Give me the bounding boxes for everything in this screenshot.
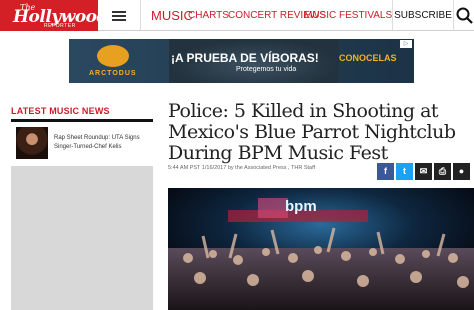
nav-music[interactable]: MUSIC bbox=[151, 8, 193, 23]
ad-choices-icon[interactable]: ▷ bbox=[400, 40, 412, 48]
sidebar-news-item[interactable]: Rap Sheet Roundup: UTA Signs Singer-Turn… bbox=[11, 124, 153, 164]
sidebar-title: LATEST MUSIC NEWS bbox=[11, 106, 110, 116]
sidebar-ad-placeholder bbox=[11, 166, 153, 310]
sidebar-divider bbox=[11, 119, 153, 122]
ad-logo-icon bbox=[97, 45, 129, 67]
ad-banner[interactable]: ARCTODUS ¡A PRUEBA DE VÍBORAS! Protegemo… bbox=[69, 39, 414, 83]
ad-cta: CONOCELAS bbox=[339, 53, 397, 63]
twitter-icon[interactable]: t bbox=[396, 163, 413, 180]
mail-icon[interactable]: ✉ bbox=[415, 163, 432, 180]
logo-reporter: REPORTER bbox=[44, 23, 76, 29]
top-navigation: The Hollywood REPORTER MUSIC CHARTS CONC… bbox=[0, 0, 474, 31]
ad-subline: Protegemos tu vida bbox=[236, 66, 297, 73]
article-byline: 5:44 AM PST 1/16/2017 by the Associated … bbox=[168, 165, 316, 171]
menu-icon[interactable] bbox=[99, 0, 141, 31]
concert-crowd-image: bpm bbox=[168, 188, 474, 310]
article-headline: Police: 5 Killed in Shooting at Mexico's… bbox=[168, 100, 456, 164]
stage-sign: bpm bbox=[285, 198, 317, 215]
site-logo[interactable]: The Hollywood REPORTER bbox=[0, 0, 108, 31]
facebook-icon[interactable]: f bbox=[377, 163, 394, 180]
nav-music-festivals[interactable]: MUSIC FESTIVALS bbox=[304, 10, 392, 21]
news-thumbnail bbox=[16, 127, 48, 159]
subscribe-button[interactable]: SUBSCRIBE bbox=[392, 0, 454, 31]
comment-icon[interactable]: ● bbox=[453, 163, 470, 180]
search-icon[interactable] bbox=[456, 6, 474, 26]
print-icon[interactable]: ⎙ bbox=[434, 163, 451, 180]
nav-charts[interactable]: CHARTS bbox=[188, 10, 229, 21]
ad-headline: ¡A PRUEBA DE VÍBORAS! bbox=[171, 51, 319, 65]
article-photo[interactable]: bpm bbox=[168, 188, 474, 310]
news-item-title: Rap Sheet Roundup: UTA Signs Singer-Turn… bbox=[54, 135, 140, 150]
ad-brand: ARCTODUS bbox=[89, 70, 137, 77]
